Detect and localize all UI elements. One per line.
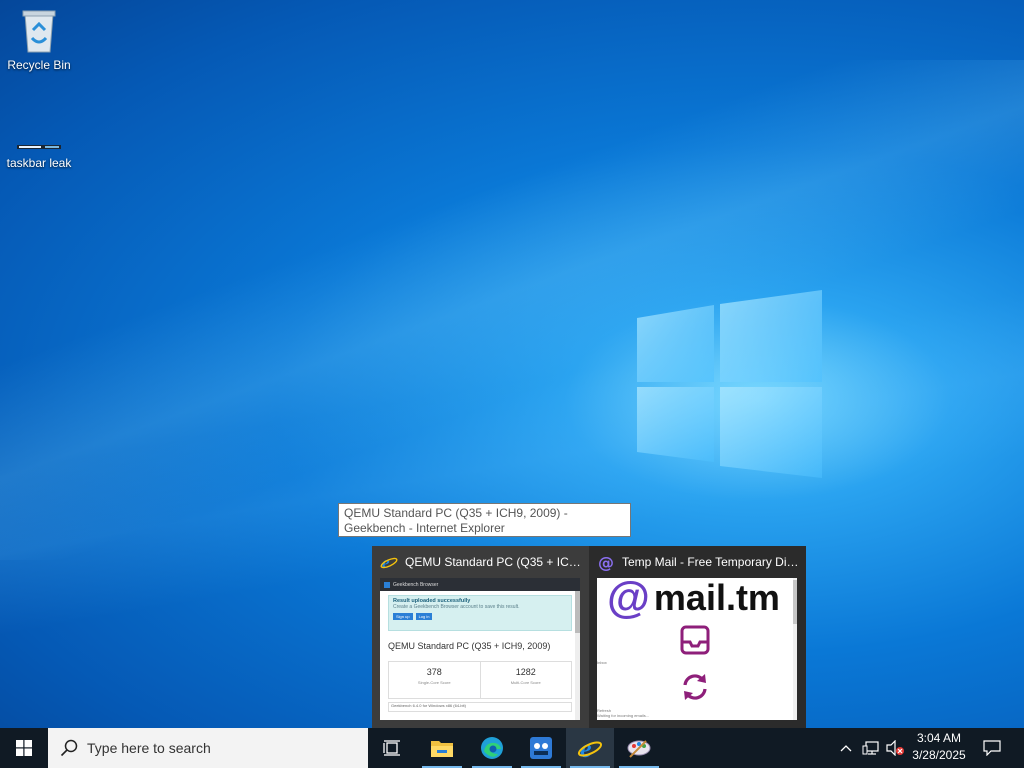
- inbox-icon: [680, 625, 710, 655]
- geekbench-appbar: Geekbench Browser: [380, 578, 580, 591]
- mailtm-preview: @ mail.tm Inbox Refresh Waiting for inco…: [597, 578, 797, 720]
- mailtm-waiting-text: Waiting for incoming emails...: [597, 713, 650, 718]
- single-core-score: 378 Single-Core Score: [417, 667, 451, 685]
- recycle-bin-label: Recycle Bin: [7, 58, 71, 72]
- paint-icon: [627, 740, 651, 758]
- taskbar-leak-label: taskbar leak: [6, 156, 72, 170]
- taskbar-tooltip: QEMU Standard PC (Q35 + ICH9, 2009) - Ge…: [338, 503, 631, 537]
- preview-scrollbar: [575, 591, 580, 720]
- edge-icon: [481, 737, 503, 759]
- taskbar-file-explorer[interactable]: [418, 728, 466, 768]
- taskbar-search-box[interactable]: Type here to search: [48, 728, 368, 768]
- mailtm-logo: @ mail.tm: [607, 578, 780, 622]
- thumbnail-title: @ Temp Mail - Free Temporary Dis...: [598, 553, 800, 571]
- shortcut-icon: [17, 145, 61, 149]
- network-tray-button[interactable]: [860, 728, 882, 768]
- geekbench-version-footer: Geekbench 6.4.0 for Windows x86 (64-bit): [388, 702, 572, 712]
- taskbar-edge[interactable]: [468, 728, 516, 768]
- system-heading: QEMU Standard PC (Q35 + ICH9, 2009): [388, 641, 551, 651]
- refresh-icon: [683, 674, 707, 700]
- search-placeholder: Type here to search: [87, 740, 211, 756]
- geekbench-icon: [530, 737, 552, 759]
- taskbar-thumbnail-popup: e QEMU Standard PC (Q35 + ICH... Geekben…: [372, 546, 806, 728]
- taskbar-paint[interactable]: [615, 728, 663, 768]
- upload-success-alert: Result uploaded successfully Create a Ge…: [388, 595, 572, 631]
- svg-text:@: @: [598, 553, 614, 571]
- internet-explorer-icon: e: [577, 735, 603, 761]
- volume-tray-button[interactable]: [884, 728, 906, 768]
- task-view-icon: [383, 740, 400, 756]
- thumbnail-mailtm-window[interactable]: @ Temp Mail - Free Temporary Dis... @ ma…: [589, 546, 806, 728]
- thumbnail-title: e QEMU Standard PC (Q35 + ICH...: [380, 553, 583, 571]
- score-panel: 378 Single-Core Score 1282 Multi-Core Sc…: [388, 661, 572, 699]
- desktop-icon-taskbar-leak[interactable]: taskbar leak: [0, 142, 78, 170]
- multi-core-score: 1282 Multi-Core Score: [479, 662, 572, 698]
- clock-time: 3:04 AM: [916, 731, 962, 745]
- network-icon: [862, 741, 879, 755]
- show-hidden-icons-button[interactable]: [836, 728, 856, 768]
- action-center-button[interactable]: [978, 728, 1006, 768]
- taskbar: Type here to search e 3:04 AM 3/28/2025: [0, 728, 1024, 768]
- notification-icon: [983, 740, 1001, 756]
- task-view-button[interactable]: [368, 728, 416, 768]
- search-icon: [60, 739, 78, 757]
- taskbar-internet-explorer[interactable]: e: [566, 728, 614, 768]
- geekbench-logo-icon: [384, 581, 390, 588]
- chevron-up-icon: [840, 745, 852, 752]
- mail-tm-icon: @: [598, 553, 614, 571]
- clock-date: 3/28/2025: [912, 748, 966, 762]
- windows-start-icon: [16, 740, 32, 756]
- login-button: Log in: [415, 613, 433, 620]
- mailtm-inbox-text: Inbox: [597, 660, 607, 665]
- start-button[interactable]: [0, 728, 48, 768]
- signup-button: Sign up: [393, 613, 413, 620]
- internet-explorer-icon: e: [380, 553, 398, 571]
- volume-muted-icon: [886, 740, 904, 756]
- desktop-icon-recycle-bin[interactable]: Recycle Bin: [0, 8, 78, 72]
- preview-scrollbar: [793, 578, 797, 720]
- thumbnail-geekbench-window[interactable]: e QEMU Standard PC (Q35 + ICH... Geekben…: [372, 546, 589, 728]
- geekbench-preview: Geekbench Browser Result uploaded succes…: [380, 578, 580, 720]
- file-explorer-icon: [431, 741, 453, 757]
- recycle-bin-icon: [22, 10, 56, 53]
- taskbar-geekbench[interactable]: [517, 728, 565, 768]
- taskbar-clock[interactable]: 3:04 AM 3/28/2025: [904, 730, 974, 766]
